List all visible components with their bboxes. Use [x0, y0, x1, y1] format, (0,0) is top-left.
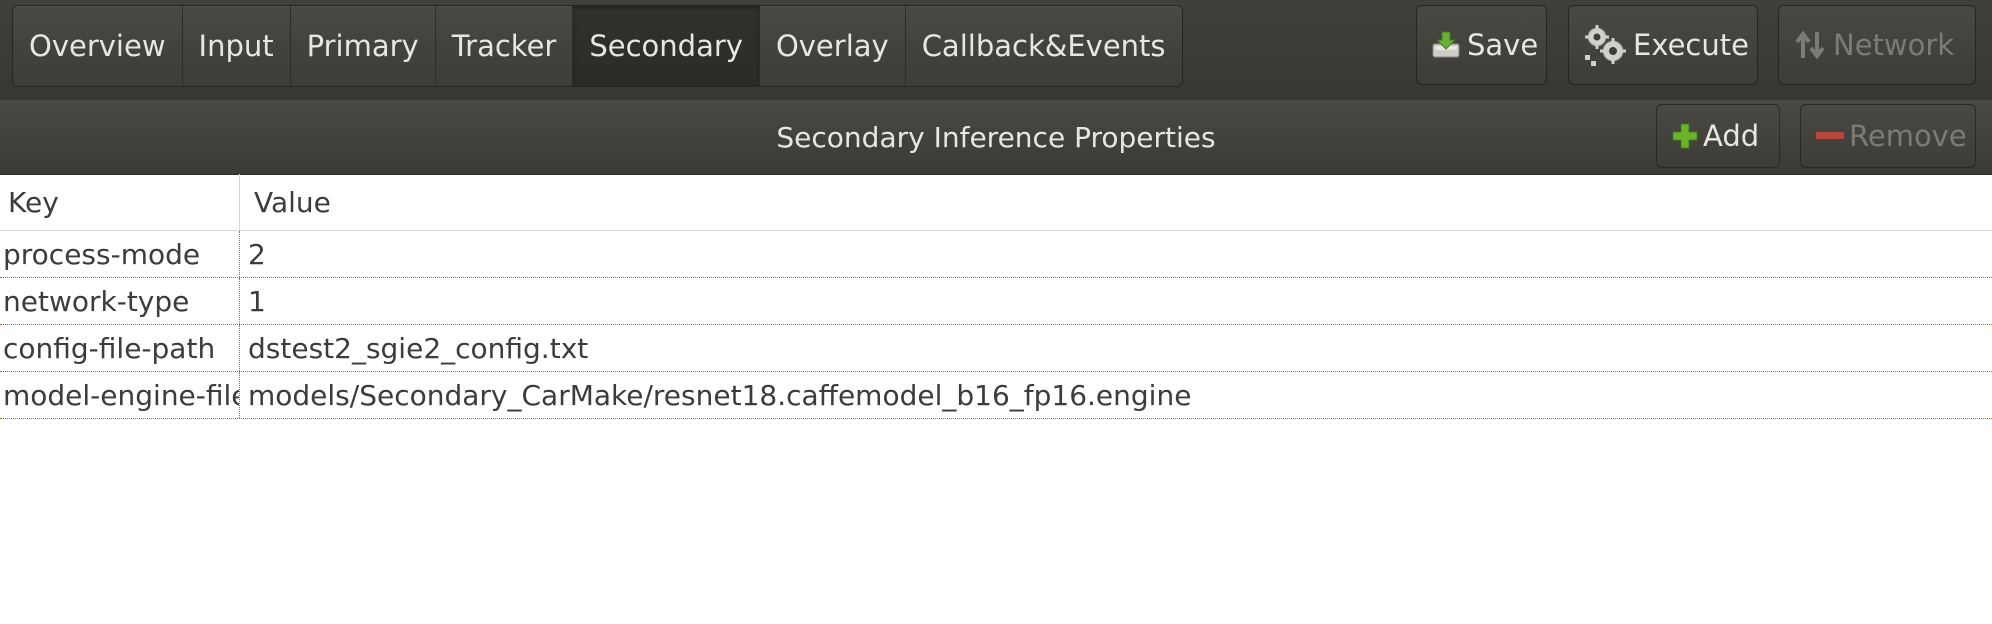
add-button[interactable]: Add: [1656, 104, 1780, 168]
gears-icon: [1583, 23, 1627, 67]
column-header-value[interactable]: Value: [240, 186, 331, 219]
network-label: Network: [1833, 28, 1955, 62]
tab-overlay[interactable]: Overlay: [760, 6, 906, 86]
tab-secondary[interactable]: Secondary: [573, 6, 760, 86]
row-value[interactable]: 1: [240, 285, 266, 318]
tab-bar: Overview Input Primary Tracker Secondary…: [12, 5, 1183, 87]
tab-tracker[interactable]: Tracker: [436, 6, 574, 86]
transfer-arrows-icon: [1793, 28, 1827, 62]
row-value[interactable]: models/Secondary_CarMake/resnet18.caffem…: [240, 379, 1191, 412]
column-header-key[interactable]: Key: [0, 174, 240, 230]
save-download-icon: [1431, 30, 1461, 60]
minus-icon: [1815, 122, 1845, 150]
row-value[interactable]: dstest2_sgie2_config.txt: [240, 332, 588, 365]
plus-icon: [1671, 122, 1699, 150]
table-row[interactable]: model-engine-file models/Secondary_CarMa…: [0, 372, 1992, 419]
execute-button[interactable]: Execute: [1568, 5, 1758, 85]
execute-label: Execute: [1633, 28, 1749, 62]
tab-overview[interactable]: Overview: [13, 6, 183, 86]
row-key: config-file-path: [0, 325, 240, 371]
remove-label: Remove: [1849, 119, 1967, 153]
row-key: model-engine-file: [0, 372, 240, 418]
network-button[interactable]: Network: [1778, 5, 1976, 85]
table-row[interactable]: config-file-path dstest2_sgie2_config.tx…: [0, 325, 1992, 372]
main-toolbar: Overview Input Primary Tracker Secondary…: [0, 0, 1992, 101]
save-label: Save: [1467, 28, 1539, 62]
properties-table: Key Value process-mode 2 network-type 1 …: [0, 174, 1992, 419]
properties-header: Secondary Inference Properties Add Remov…: [0, 100, 1992, 175]
tab-primary[interactable]: Primary: [291, 6, 436, 86]
row-value[interactable]: 2: [240, 238, 266, 271]
row-key: network-type: [0, 278, 240, 324]
table-row[interactable]: process-mode 2: [0, 231, 1992, 278]
save-button[interactable]: Save: [1416, 5, 1547, 85]
table-header: Key Value: [0, 174, 1992, 231]
tab-callback-events[interactable]: Callback&Events: [906, 6, 1182, 86]
add-label: Add: [1703, 119, 1760, 153]
tab-input[interactable]: Input: [183, 6, 291, 86]
remove-button[interactable]: Remove: [1800, 104, 1976, 168]
table-row[interactable]: network-type 1: [0, 278, 1992, 325]
row-key: process-mode: [0, 231, 240, 277]
